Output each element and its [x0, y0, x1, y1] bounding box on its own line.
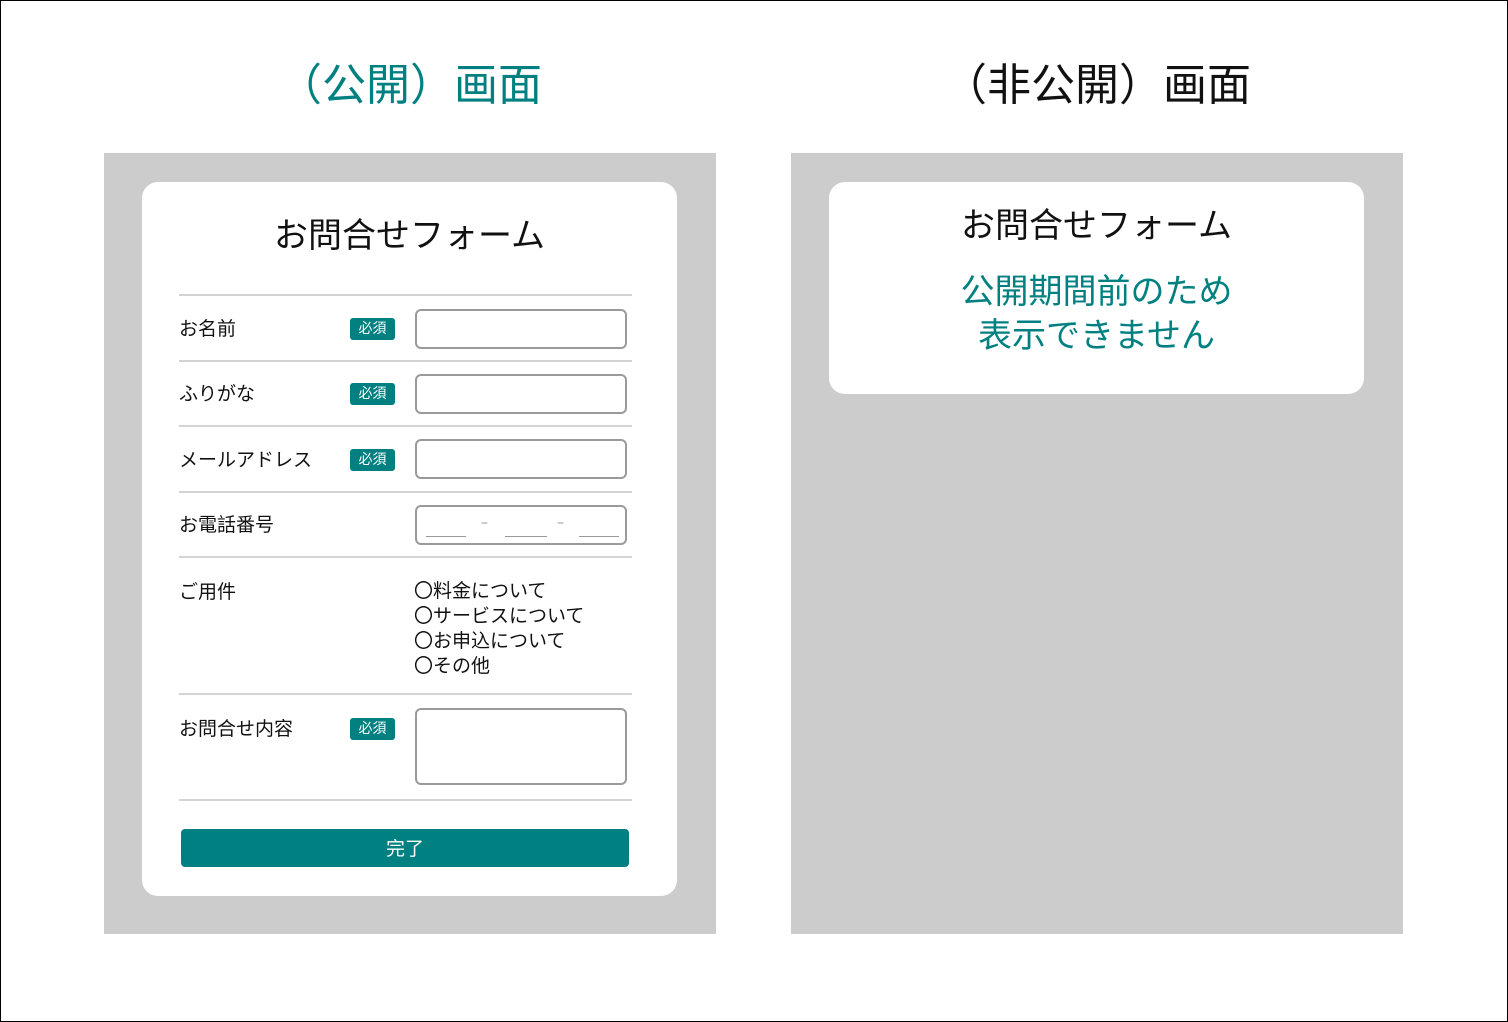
closed-message-line-1: 公開期間前のため: [960, 272, 1233, 312]
phone-label: お電話番号: [179, 514, 275, 536]
phone-segment-3: [579, 536, 619, 537]
email-input[interactable]: [415, 439, 627, 479]
phone-segment-1: [426, 536, 466, 537]
email-label: メールアドレス: [179, 449, 313, 471]
divider: [179, 294, 632, 296]
closed-message-line-2: 表示できません: [978, 316, 1215, 356]
phone-separator: –: [481, 515, 488, 531]
divider: [179, 556, 632, 558]
divider: [179, 799, 632, 801]
public-screen-heading: （公開）画面: [278, 60, 542, 111]
radio-option-service[interactable]: 〇サービスについて: [414, 604, 584, 629]
private-screen-panel: お問合せフォーム 公開期間前のため 表示できません: [791, 153, 1403, 934]
closed-form-title: お問合せフォーム: [961, 206, 1232, 246]
furigana-label: ふりがな: [179, 383, 256, 405]
phone-segment-2: [505, 536, 547, 537]
closed-message: 公開期間前のため 表示できません: [829, 270, 1364, 358]
required-badge: 必須: [350, 718, 395, 740]
divider: [179, 491, 632, 493]
name-label: お名前: [179, 318, 237, 340]
private-screen-heading: （非公開）画面: [943, 60, 1251, 111]
divider: [179, 360, 632, 362]
inquiry-type-label: ご用件: [179, 581, 237, 603]
required-badge: 必須: [350, 449, 395, 471]
inquiry-options: 〇料金について 〇サービスについて 〇お申込について 〇その他: [414, 579, 584, 679]
divider: [179, 425, 632, 427]
phone-separator: –: [557, 515, 564, 531]
phone-input[interactable]: – –: [415, 505, 627, 545]
divider: [179, 693, 632, 695]
public-screen-panel: お問合せフォーム お名前 必須 ふりがな 必須 メールアドレス 必須 お電話番号…: [104, 153, 716, 934]
closed-notice-card: お問合せフォーム 公開期間前のため 表示できません: [829, 182, 1364, 394]
message-label: お問合せ内容: [179, 718, 294, 740]
radio-option-pricing[interactable]: 〇料金について: [414, 579, 584, 604]
message-textarea[interactable]: [415, 708, 627, 785]
form-title: お問合せフォーム: [274, 216, 545, 256]
submit-button[interactable]: 完了: [181, 829, 629, 867]
name-input[interactable]: [415, 309, 627, 349]
required-badge: 必須: [350, 383, 395, 405]
radio-option-application[interactable]: 〇お申込について: [414, 629, 584, 654]
radio-option-other[interactable]: 〇その他: [414, 654, 584, 679]
required-badge: 必須: [350, 318, 395, 340]
contact-form-card: お問合せフォーム お名前 必須 ふりがな 必須 メールアドレス 必須 お電話番号…: [142, 182, 677, 896]
furigana-input[interactable]: [415, 374, 627, 414]
